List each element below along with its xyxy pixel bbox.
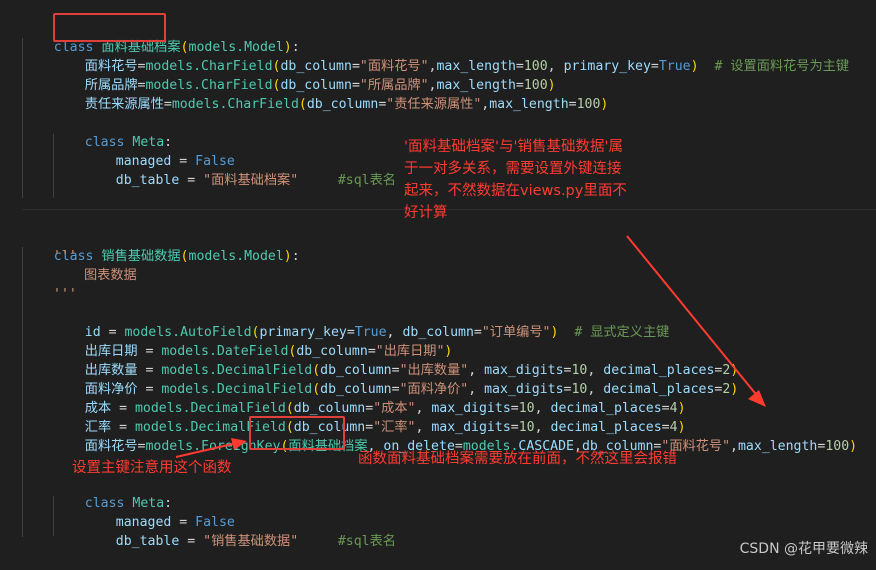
arrowhead (748, 390, 766, 407)
arrowhead (231, 438, 247, 450)
annotation-arrows (175, 235, 766, 458)
arrow-down-right (626, 235, 760, 399)
arrow-up-left (175, 442, 238, 458)
watermark: CSDN @花甲要微辣 (739, 541, 868, 557)
